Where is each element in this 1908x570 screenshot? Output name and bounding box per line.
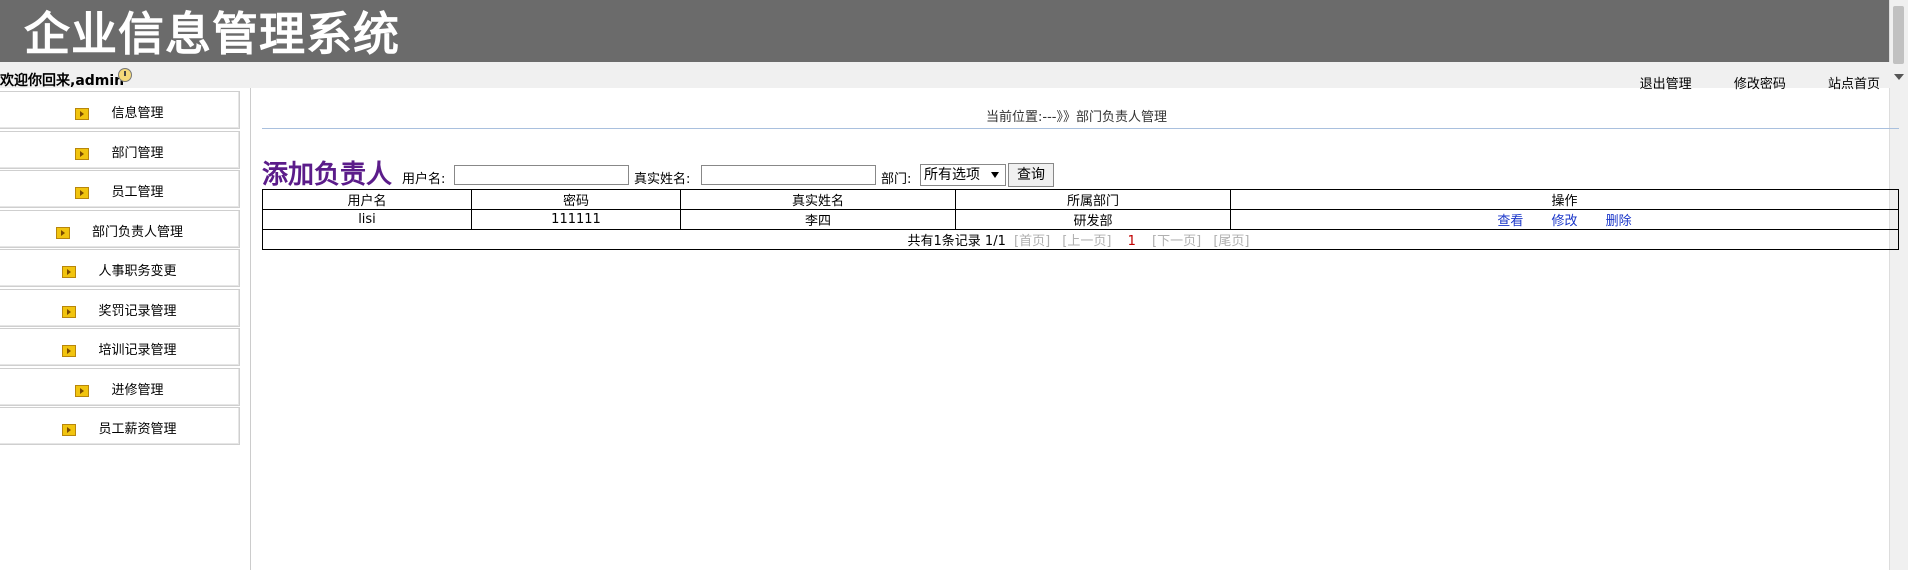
arrow-icon — [62, 305, 77, 318]
scroll-down-arrow-icon[interactable] — [1894, 74, 1904, 80]
col-header-realname: 真实姓名 — [680, 189, 956, 210]
pager-row: 共有1条记录 1/1 [首页] [上一页] 1 [下一页] [尾页] — [262, 229, 1899, 250]
sidebar-item-label: 部门负责人管理 — [91, 225, 183, 240]
dept-select-value: 所有选项 — [924, 167, 980, 183]
sidebar-item-reward-punish[interactable]: 奖罚记录管理 — [0, 289, 240, 327]
query-button[interactable]: 查询 — [1008, 163, 1054, 187]
username-input[interactable] — [454, 165, 629, 185]
delete-link[interactable]: 删除 — [1606, 214, 1632, 229]
sidebar-item-employee[interactable]: 员工管理 — [0, 170, 240, 208]
sidebar-item-study[interactable]: 进修管理 — [0, 368, 240, 406]
cell-password: 111111 — [471, 209, 681, 230]
change-password-link[interactable]: 修改密码 — [1734, 73, 1786, 92]
top-bar: 欢迎你回来,admin 退出管理 修改密码 站点首页 — [0, 62, 1890, 92]
vertical-scrollbar[interactable] — [1889, 0, 1908, 570]
arrow-icon — [75, 147, 90, 160]
sidebar-item-label: 部门管理 — [111, 146, 164, 161]
sidebar-item-label: 员工管理 — [111, 185, 164, 200]
realname-input[interactable] — [701, 165, 876, 185]
col-header-actions: 操作 — [1230, 189, 1899, 210]
arrow-icon — [62, 423, 77, 436]
username-label: 用户名: — [402, 172, 446, 187]
cell-dept: 研发部 — [955, 209, 1231, 230]
first-page-link[interactable]: [首页] — [1014, 234, 1050, 249]
arrow-icon — [55, 226, 70, 239]
current-page: 1 — [1127, 234, 1136, 249]
sidebar-item-dept-head[interactable]: 部门负责人管理 — [0, 210, 240, 248]
dept-label: 部门: — [881, 172, 912, 187]
record-summary: 共有1条记录 1/1 — [907, 234, 1006, 249]
sidebar-item-label: 进修管理 — [111, 383, 164, 398]
site-home-link[interactable]: 站点首页 — [1828, 73, 1880, 92]
cell-realname: 李四 — [680, 209, 956, 230]
edit-link[interactable]: 修改 — [1551, 214, 1577, 229]
sidebar-item-position-change[interactable]: 人事职务变更 — [0, 249, 240, 287]
col-header-password: 密码 — [471, 189, 681, 210]
arrow-icon — [62, 344, 77, 357]
scrollbar-thumb[interactable] — [1893, 6, 1904, 64]
arrow-icon — [75, 107, 90, 120]
arrow-icon — [62, 265, 77, 278]
sidebar-item-label: 信息管理 — [111, 106, 164, 121]
cell-actions: 查看 修改 删除 — [1230, 209, 1899, 230]
welcome-text: 欢迎你回来,admin — [0, 73, 125, 89]
col-header-dept: 所属部门 — [955, 189, 1231, 210]
app-title: 企业信息管理系统 — [24, 7, 400, 61]
table-header-row: 用户名 密码 真实姓名 所属部门 操作 — [262, 189, 1899, 210]
chevron-down-icon — [991, 172, 999, 178]
sidebar-item-label: 员工薪资管理 — [98, 422, 177, 437]
col-header-username: 用户名 — [262, 189, 472, 210]
top-links: 退出管理 修改密码 站点首页 — [1602, 73, 1880, 92]
sidebar-item-label: 培训记录管理 — [98, 343, 177, 358]
page-title: 添加负责人 — [262, 160, 393, 190]
next-page-link[interactable]: [下一页] — [1152, 234, 1201, 249]
arrow-icon — [75, 186, 90, 199]
last-page-link[interactable]: [尾页] — [1213, 234, 1249, 249]
dept-head-table: 用户名 密码 真实姓名 所属部门 操作 lisi 111111 李四 研发部 查… — [262, 189, 1899, 250]
app-header: 企业信息管理系统 — [0, 0, 1890, 62]
sidebar-item-label: 奖罚记录管理 — [98, 304, 177, 319]
prev-page-link[interactable]: [上一页] — [1062, 234, 1111, 249]
clock-icon — [118, 68, 132, 82]
view-link[interactable]: 查看 — [1497, 214, 1523, 229]
divider — [262, 128, 1899, 129]
dept-select[interactable]: 所有选项 — [920, 164, 1006, 186]
sidebar-item-department[interactable]: 部门管理 — [0, 131, 240, 169]
arrow-icon — [75, 384, 90, 397]
table-row: lisi 111111 李四 研发部 查看 修改 删除 — [262, 209, 1899, 230]
sidebar-item-info[interactable]: 信息管理 — [0, 91, 240, 129]
logout-link[interactable]: 退出管理 — [1640, 73, 1692, 92]
sidebar-item-salary[interactable]: 员工薪资管理 — [0, 407, 240, 445]
breadcrumb: 当前位置:---》》部门负责人管理 — [986, 110, 1167, 125]
pagination: 共有1条记录 1/1 [首页] [上一页] 1 [下一页] [尾页] — [262, 229, 1899, 250]
sidebar-item-training[interactable]: 培训记录管理 — [0, 328, 240, 366]
sidebar-item-label: 人事职务变更 — [98, 264, 177, 279]
realname-label: 真实姓名: — [634, 172, 691, 187]
sidebar: 信息管理 部门管理 员工管理 部门负责人管理 人事职务变更 奖罚记录管理 培训记… — [0, 88, 251, 570]
cell-username: lisi — [262, 209, 472, 230]
